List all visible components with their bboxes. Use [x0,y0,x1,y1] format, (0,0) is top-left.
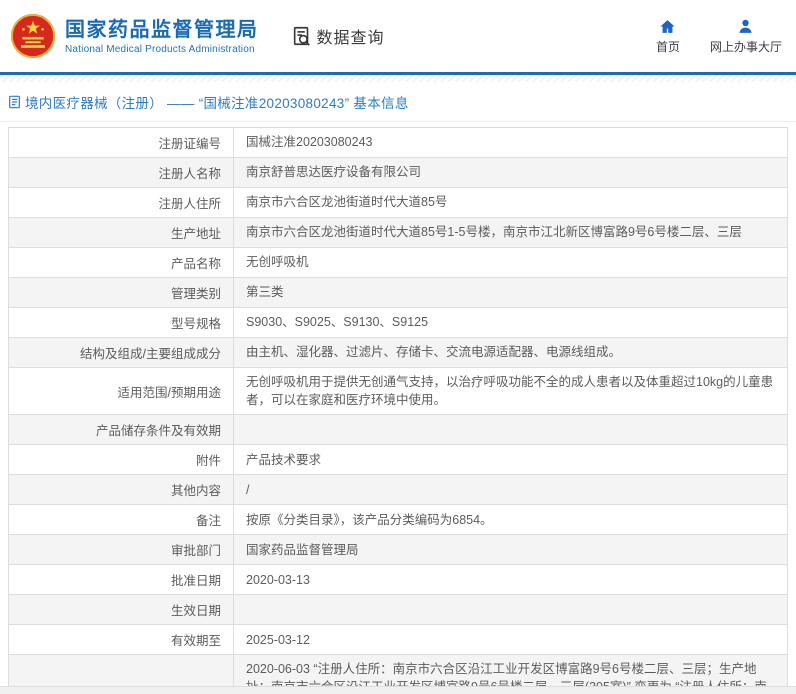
nav-home-label: 首页 [656,38,680,55]
row-value: 国械注准20203080243 [234,128,788,158]
row-value: 南京市六合区龙池街道时代大道85号 [234,188,788,218]
row-value: 国家药品监督管理局 [234,535,788,565]
document-icon [8,95,21,109]
footer-strip [0,686,796,694]
row-value [234,415,788,445]
row-label: 生效日期 [9,595,234,625]
table-row: 备注按原《分类目录》，该产品分类编码为6854。 [9,505,788,535]
row-label: 产品储存条件及有效期 [9,415,234,445]
nav-online-hall[interactable]: 网上办事大厅 [710,18,782,55]
table-row: 附件产品技术要求 [9,445,788,475]
row-value [234,595,788,625]
table-row: 审批部门国家药品监督管理局 [9,535,788,565]
site-header: 国家药品监督管理局 National Medical Products Admi… [0,0,796,72]
row-label: 管理类别 [9,278,234,308]
breadcrumb: 境内医疗器械（注册） —— “国械注准20203080243” 基本信息 [0,82,796,122]
row-label: 适用范围/预期用途 [9,368,234,415]
table-row: 适用范围/预期用途无创呼吸机用于提供无创通气支持，以治疗呼吸功能不全的成人患者以… [9,368,788,415]
row-value: 第三类 [234,278,788,308]
table-row: 注册证编号国械注准20203080243 [9,128,788,158]
registration-info-table: 注册证编号国械注准20203080243注册人名称南京舒普思达医疗设备有限公司注… [8,127,788,694]
row-label: 有效期至 [9,625,234,655]
site-logo[interactable]: 国家药品监督管理局 National Medical Products Admi… [10,13,259,59]
row-value: 2020-03-13 [234,565,788,595]
row-value: 南京市六合区龙池街道时代大道85号1-5号楼，南京市江北新区博富路9号6号楼二层… [234,218,788,248]
row-label: 附件 [9,445,234,475]
table-row: 生效日期 [9,595,788,625]
table-row: 注册人名称南京舒普思达医疗设备有限公司 [9,158,788,188]
table-row: 管理类别第三类 [9,278,788,308]
data-query-nav[interactable]: 数据查询 [291,24,385,48]
national-emblem-icon [10,13,56,59]
hatch-texture-band [0,75,796,82]
page: 国家药品监督管理局 National Medical Products Admi… [0,0,796,694]
row-value: / [234,475,788,505]
table-row: 批准日期2020-03-13 [9,565,788,595]
site-subtitle: National Medical Products Administration [65,44,259,55]
nav-home[interactable]: 首页 [656,18,680,55]
row-label: 备注 [9,505,234,535]
top-nav: 首页 网上办事大厅 [656,18,782,55]
table-row: 结构及组成/主要组成成分由主机、湿化器、过滤片、存储卡、交流电源适配器、电源线组… [9,338,788,368]
site-title: 国家药品监督管理局 [65,18,259,43]
person-icon [737,18,754,35]
row-value: S9030、S9025、S9130、S9125 [234,308,788,338]
row-label: 结构及组成/主要组成成分 [9,338,234,368]
row-value: 无创呼吸机 [234,248,788,278]
row-label: 产品名称 [9,248,234,278]
table-row: 产品储存条件及有效期 [9,415,788,445]
row-label: 其他内容 [9,475,234,505]
table-row: 生产地址南京市六合区龙池街道时代大道85号1-5号楼，南京市江北新区博富路9号6… [9,218,788,248]
site-title-block: 国家药品监督管理局 National Medical Products Admi… [65,18,259,55]
row-label: 注册人名称 [9,158,234,188]
row-label: 注册证编号 [9,128,234,158]
row-value: 产品技术要求 [234,445,788,475]
data-query-label: 数据查询 [317,24,385,48]
home-icon [659,18,676,35]
table-row: 型号规格S9030、S9025、S9130、S9125 [9,308,788,338]
nav-online-hall-label: 网上办事大厅 [710,38,782,55]
row-value: 按原《分类目录》，该产品分类编码为6854。 [234,505,788,535]
row-value: 由主机、湿化器、过滤片、存储卡、交流电源适配器、电源线组成。 [234,338,788,368]
document-search-icon [291,25,313,47]
row-label: 型号规格 [9,308,234,338]
row-label: 批准日期 [9,565,234,595]
table-row: 注册人住所南京市六合区龙池街道时代大道85号 [9,188,788,218]
row-label: 注册人住所 [9,188,234,218]
table-row: 其他内容/ [9,475,788,505]
row-value: 2025-03-12 [234,625,788,655]
row-value: 南京舒普思达医疗设备有限公司 [234,158,788,188]
row-value: 无创呼吸机用于提供无创通气支持，以治疗呼吸功能不全的成人患者以及体重超过10kg… [234,368,788,415]
table-row: 有效期至2025-03-12 [9,625,788,655]
table-row: 产品名称无创呼吸机 [9,248,788,278]
row-label: 生产地址 [9,218,234,248]
page-title: 境内医疗器械（注册） —— “国械注准20203080243” 基本信息 [25,92,409,112]
row-label: 审批部门 [9,535,234,565]
